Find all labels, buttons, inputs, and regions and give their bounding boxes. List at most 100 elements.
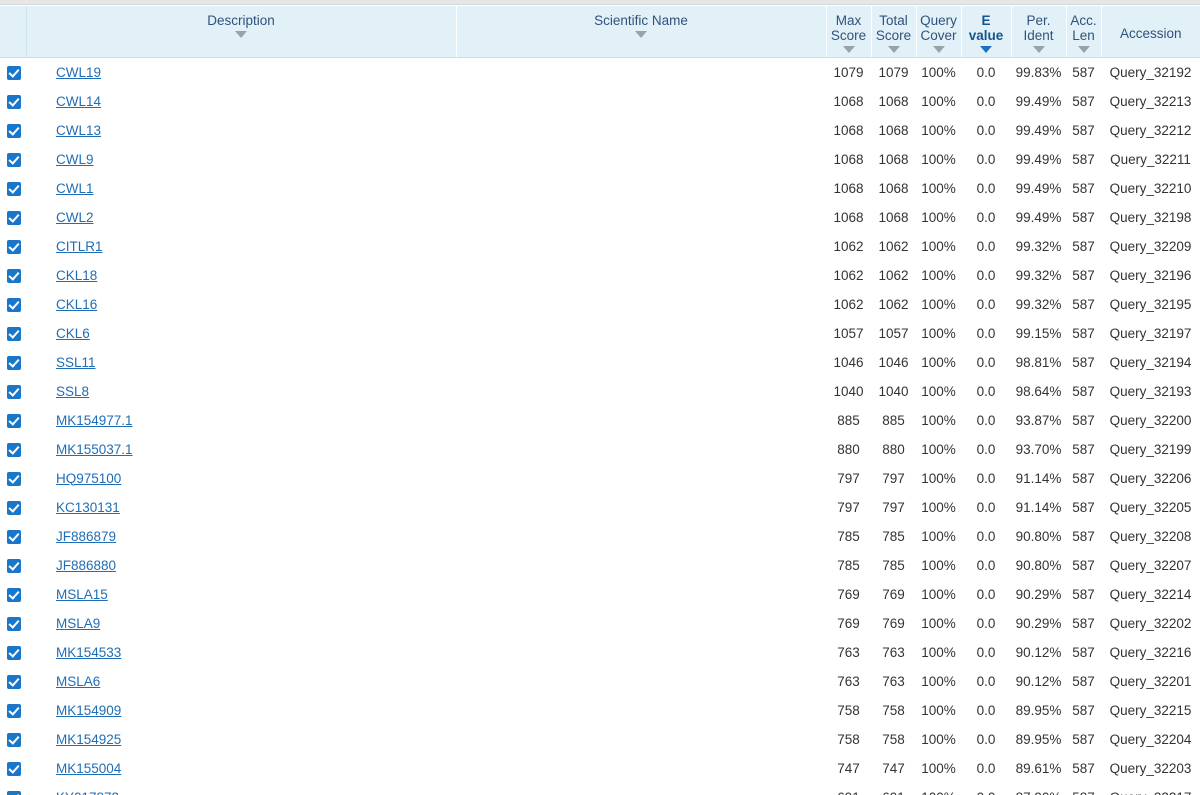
checkbox-checked-icon[interactable] xyxy=(6,674,21,689)
row-checkbox-cell[interactable] xyxy=(0,58,26,87)
checkbox-checked-icon[interactable] xyxy=(6,442,21,457)
checkbox-checked-icon[interactable] xyxy=(6,268,21,283)
total-score-cell: 758 xyxy=(882,702,905,718)
acc-len-cell: 587 xyxy=(1072,673,1095,689)
sort-arrow-icon-total-score[interactable] xyxy=(887,46,900,53)
description-link[interactable]: JF886880 xyxy=(56,558,116,573)
header-max-score[interactable]: Max Score xyxy=(826,6,872,58)
checkbox-checked-icon[interactable] xyxy=(6,645,21,660)
row-checkbox-cell[interactable] xyxy=(0,116,26,145)
row-checkbox-cell[interactable] xyxy=(0,319,26,348)
checkbox-checked-icon[interactable] xyxy=(6,790,21,795)
checkbox-checked-icon[interactable] xyxy=(6,355,21,370)
checkbox-checked-icon[interactable] xyxy=(6,239,21,254)
header-scientific-name[interactable]: Scientific Name xyxy=(456,6,827,58)
row-checkbox-cell[interactable] xyxy=(0,580,26,609)
description-link[interactable]: MK155037.1 xyxy=(56,442,133,457)
row-checkbox-cell[interactable] xyxy=(0,783,26,795)
sort-arrow-icon-per-ident[interactable] xyxy=(1032,46,1045,53)
row-checkbox-cell[interactable] xyxy=(0,377,26,406)
header-max-score-label-line1: Max xyxy=(835,13,862,28)
description-link[interactable]: HQ975100 xyxy=(56,471,121,486)
description-link[interactable]: CWL13 xyxy=(56,123,101,138)
row-checkbox-cell[interactable] xyxy=(0,638,26,667)
checkbox-checked-icon[interactable] xyxy=(6,210,21,225)
row-checkbox-cell[interactable] xyxy=(0,145,26,174)
checkbox-checked-icon[interactable] xyxy=(6,529,21,544)
description-link[interactable]: MK154533 xyxy=(56,645,121,660)
description-link[interactable]: MK154977.1 xyxy=(56,413,133,428)
row-checkbox-cell[interactable] xyxy=(0,725,26,754)
checkbox-checked-icon[interactable] xyxy=(6,761,21,776)
row-checkbox-cell[interactable] xyxy=(0,493,26,522)
row-checkbox-cell[interactable] xyxy=(0,667,26,696)
checkbox-checked-icon[interactable] xyxy=(6,732,21,747)
header-description[interactable]: Description xyxy=(26,6,457,58)
checkbox-checked-icon[interactable] xyxy=(6,152,21,167)
description-link[interactable]: CWL2 xyxy=(56,210,94,225)
acc-len-cell: 587 xyxy=(1072,64,1095,80)
checkbox-checked-icon[interactable] xyxy=(6,297,21,312)
row-checkbox-cell[interactable] xyxy=(0,290,26,319)
description-link[interactable]: CWL14 xyxy=(56,94,101,109)
description-link[interactable]: KY017872 xyxy=(56,790,119,795)
row-checkbox-cell[interactable] xyxy=(0,406,26,435)
description-link[interactable]: CKL6 xyxy=(56,326,90,341)
description-link[interactable]: JF886879 xyxy=(56,529,116,544)
description-link[interactable]: KC130131 xyxy=(56,500,120,515)
sort-arrow-icon-scientific-name[interactable] xyxy=(635,31,647,38)
checkbox-checked-icon[interactable] xyxy=(6,500,21,515)
description-link[interactable]: CKL18 xyxy=(56,268,97,283)
checkbox-checked-icon[interactable] xyxy=(6,587,21,602)
sort-arrow-icon-acc-len[interactable] xyxy=(1077,46,1090,53)
row-checkbox-cell[interactable] xyxy=(0,261,26,290)
header-per-ident[interactable]: Per. Ident xyxy=(1011,6,1067,58)
description-link[interactable]: CITLR1 xyxy=(56,239,103,254)
checkbox-checked-icon[interactable] xyxy=(6,123,21,138)
sort-arrow-icon-max-score[interactable] xyxy=(842,46,855,53)
description-link[interactable]: MK155004 xyxy=(56,761,121,776)
row-checkbox-cell[interactable] xyxy=(0,203,26,232)
checkbox-checked-icon[interactable] xyxy=(6,94,21,109)
row-checkbox-cell[interactable] xyxy=(0,87,26,116)
description-link[interactable]: SSL8 xyxy=(56,384,89,399)
checkbox-checked-icon[interactable] xyxy=(6,471,21,486)
row-checkbox-cell[interactable] xyxy=(0,435,26,464)
header-e-value[interactable]: E value xyxy=(961,6,1012,58)
checkbox-checked-icon[interactable] xyxy=(6,703,21,718)
description-link[interactable]: MK154909 xyxy=(56,703,121,718)
header-acc-len[interactable]: Acc. Len xyxy=(1066,6,1102,58)
header-query-cover[interactable]: Query Cover xyxy=(916,6,962,58)
row-checkbox-cell[interactable] xyxy=(0,522,26,551)
row-checkbox-cell[interactable] xyxy=(0,232,26,261)
row-checkbox-cell[interactable] xyxy=(0,348,26,377)
description-link[interactable]: CWL1 xyxy=(56,181,94,196)
description-link[interactable]: MSLA15 xyxy=(56,587,108,602)
sort-arrow-icon-e-value[interactable] xyxy=(980,46,992,53)
row-checkbox-cell[interactable] xyxy=(0,551,26,580)
query-cover-cell: 100% xyxy=(921,122,956,138)
header-select-all[interactable] xyxy=(0,6,27,58)
checkbox-checked-icon[interactable] xyxy=(6,558,21,573)
checkbox-checked-icon[interactable] xyxy=(6,616,21,631)
checkbox-checked-icon[interactable] xyxy=(6,65,21,80)
checkbox-checked-icon[interactable] xyxy=(6,413,21,428)
description-link[interactable]: CWL9 xyxy=(56,152,94,167)
row-checkbox-cell[interactable] xyxy=(0,174,26,203)
checkbox-checked-icon[interactable] xyxy=(6,326,21,341)
row-checkbox-cell[interactable] xyxy=(0,754,26,783)
description-link[interactable]: MK154925 xyxy=(56,732,121,747)
sort-arrow-icon-query-cover[interactable] xyxy=(932,46,945,53)
description-link[interactable]: MSLA9 xyxy=(56,616,100,631)
description-link[interactable]: SSL11 xyxy=(56,355,96,370)
checkbox-checked-icon[interactable] xyxy=(6,384,21,399)
row-checkbox-cell[interactable] xyxy=(0,464,26,493)
row-checkbox-cell[interactable] xyxy=(0,696,26,725)
description-link[interactable]: CKL16 xyxy=(56,297,97,312)
row-checkbox-cell[interactable] xyxy=(0,609,26,638)
header-total-score[interactable]: Total Score xyxy=(871,6,917,58)
description-link[interactable]: CWL19 xyxy=(56,65,101,80)
description-link[interactable]: MSLA6 xyxy=(56,674,100,689)
sort-arrow-icon-description[interactable] xyxy=(235,31,247,38)
checkbox-checked-icon[interactable] xyxy=(6,181,21,196)
